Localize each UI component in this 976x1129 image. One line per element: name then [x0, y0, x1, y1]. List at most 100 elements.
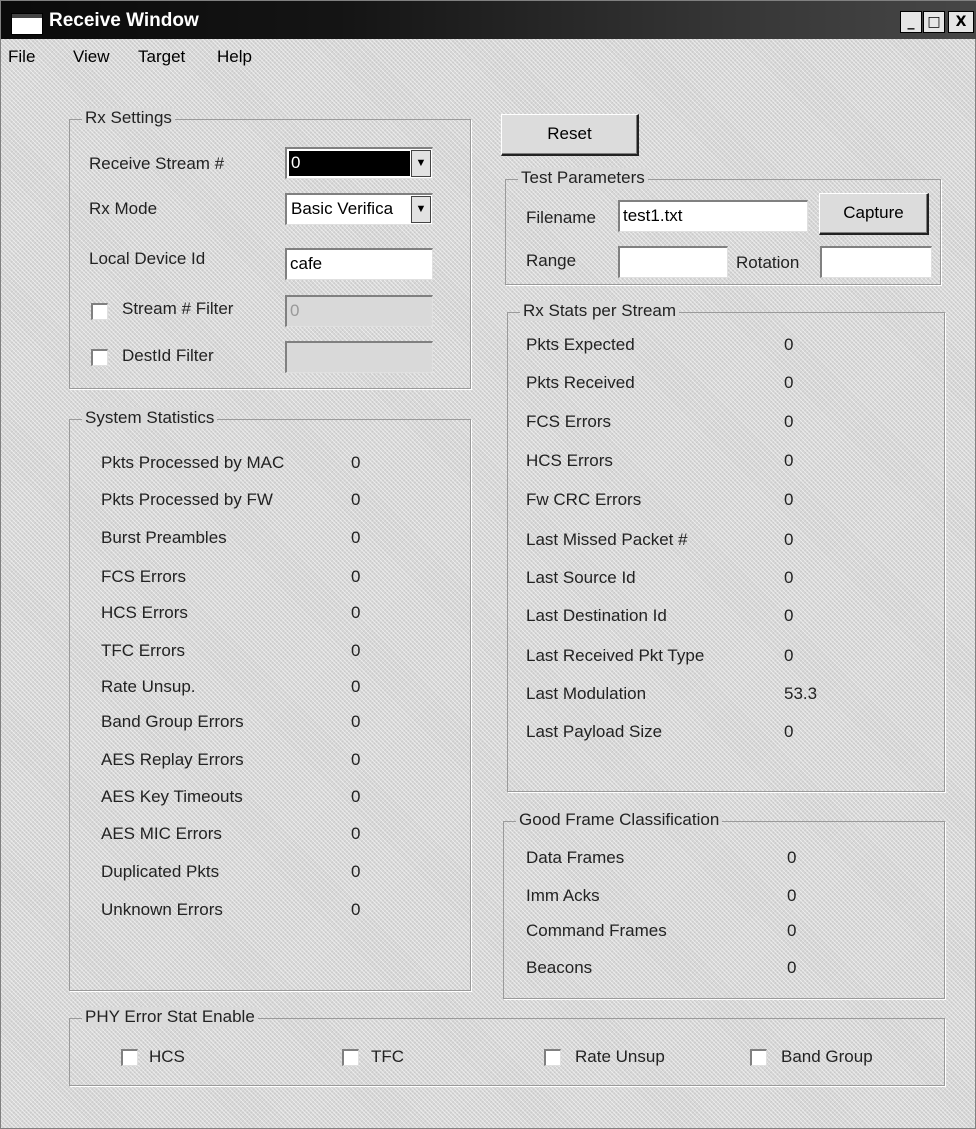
- title-bar[interactable]: Receive Window _ □ X: [1, 1, 976, 39]
- system-stat-value: 0: [351, 567, 361, 586]
- rotation-input[interactable]: [820, 246, 932, 278]
- stream-filter-input[interactable]: 0: [285, 295, 433, 327]
- good-frame-value: 0: [787, 848, 797, 867]
- system-stat-label: Unknown Errors: [101, 900, 223, 919]
- rx-stat-label: Pkts Received: [526, 373, 635, 392]
- local-device-input[interactable]: cafe: [285, 248, 433, 280]
- system-stat-value: 0: [351, 900, 361, 919]
- system-stat-label: TFC Errors: [101, 641, 186, 660]
- system-stat-value: 0: [351, 824, 361, 843]
- rx-stat-label: HCS Errors: [526, 451, 613, 470]
- good-frame-value: 0: [787, 958, 797, 977]
- minimize-button[interactable]: _: [900, 11, 922, 33]
- system-stat-label: Rate Unsup.: [101, 677, 196, 696]
- good-frame-value: 0: [787, 921, 797, 940]
- good-frame-legend: Good Frame Classification: [516, 810, 723, 830]
- rx-stat-value: 0: [784, 568, 794, 587]
- band-group-checkbox[interactable]: [750, 1049, 767, 1066]
- tfc-label: TFC: [371, 1047, 405, 1066]
- system-stat-value: 0: [351, 750, 361, 769]
- stream-filter-label: Stream # Filter: [122, 299, 234, 318]
- rx-mode-value: Basic Verifica: [291, 199, 394, 218]
- receive-stream-label: Receive Stream #: [89, 154, 225, 173]
- good-frame-value: 0: [787, 886, 797, 905]
- rx-stat-value: 53.3: [784, 684, 818, 703]
- rx-stat-value: 0: [784, 722, 794, 741]
- receive-stream-value: 0: [289, 151, 410, 176]
- filename-label: Filename: [526, 208, 596, 227]
- receive-stream-select[interactable]: 0 ▼: [285, 147, 433, 179]
- menu-view[interactable]: View: [73, 47, 110, 67]
- hcs-label: HCS: [149, 1047, 185, 1066]
- rx-stat-value: 0: [784, 490, 794, 509]
- rx-stat-value: 0: [784, 451, 794, 470]
- rx-stat-label: FCS Errors: [526, 412, 611, 431]
- system-stat-value: 0: [351, 490, 361, 509]
- range-label: Range: [526, 251, 577, 270]
- rx-stat-value: 0: [784, 373, 794, 392]
- rx-stats-legend: Rx Stats per Stream: [520, 301, 680, 321]
- rx-stat-value: 0: [784, 530, 794, 549]
- system-stat-value: 0: [351, 677, 361, 696]
- rate-unsup-checkbox[interactable]: [544, 1049, 561, 1066]
- rx-settings-legend: Rx Settings: [82, 108, 175, 128]
- tfc-checkbox[interactable]: [342, 1049, 359, 1066]
- system-stat-value: 0: [351, 787, 361, 806]
- system-stat-label: Duplicated Pkts: [101, 862, 220, 881]
- system-stat-value: 0: [351, 862, 361, 881]
- rx-stat-value: 0: [784, 412, 794, 431]
- rx-stat-value: 0: [784, 606, 794, 625]
- system-stat-label: FCS Errors: [101, 567, 186, 586]
- menu-file[interactable]: File: [8, 47, 35, 67]
- rx-stat-label: Last Destination Id: [526, 606, 667, 625]
- receive-window: Receive Window _ □ X File View Target He…: [0, 0, 976, 1129]
- system-stat-value: 0: [351, 712, 361, 731]
- system-stat-label: HCS Errors: [101, 603, 188, 622]
- menu-help[interactable]: Help: [217, 47, 252, 67]
- system-stat-label: Pkts Processed by FW: [101, 490, 273, 509]
- chevron-down-icon[interactable]: ▼: [411, 196, 431, 223]
- rx-stat-label: Last Missed Packet #: [526, 530, 688, 549]
- rx-mode-label: Rx Mode: [89, 199, 158, 218]
- capture-button[interactable]: Capture: [819, 193, 929, 235]
- good-frame-label: Data Frames: [526, 848, 625, 867]
- rx-stat-value: 0: [784, 335, 794, 354]
- system-stat-value: 0: [351, 528, 361, 547]
- good-frame-label: Command Frames: [526, 921, 667, 940]
- good-frame-label: Imm Acks: [526, 886, 600, 905]
- system-stat-label: Band Group Errors: [101, 712, 244, 731]
- menu-target[interactable]: Target: [138, 47, 185, 67]
- system-stats-legend: System Statistics: [82, 408, 218, 428]
- rotation-label: Rotation: [736, 253, 800, 272]
- destid-filter-checkbox[interactable]: [91, 349, 108, 366]
- rx-stat-label: Fw CRC Errors: [526, 490, 642, 509]
- system-stat-label: AES MIC Errors: [101, 824, 222, 843]
- rx-stat-label: Pkts Expected: [526, 335, 635, 354]
- maximize-button[interactable]: □: [923, 11, 945, 33]
- close-button[interactable]: X: [948, 11, 974, 33]
- system-stat-label: Burst Preambles: [101, 528, 227, 547]
- band-group-label: Band Group: [781, 1047, 873, 1066]
- local-device-label: Local Device Id: [89, 249, 206, 268]
- range-input[interactable]: [618, 246, 728, 278]
- menu-bar: File View Target Help: [1, 39, 976, 73]
- system-stat-label: AES Key Timeouts: [101, 787, 243, 806]
- stream-filter-checkbox[interactable]: [91, 303, 108, 320]
- app-icon: [11, 13, 43, 35]
- system-stat-label: AES Replay Errors: [101, 750, 244, 769]
- filename-input[interactable]: test1.txt: [618, 200, 808, 232]
- hcs-checkbox[interactable]: [121, 1049, 138, 1066]
- window-title: Receive Window: [49, 10, 199, 31]
- rx-stat-label: Last Modulation: [526, 684, 647, 703]
- rx-stat-label: Last Source Id: [526, 568, 636, 587]
- test-parameters-legend: Test Parameters: [518, 168, 648, 188]
- chevron-down-icon[interactable]: ▼: [411, 150, 431, 177]
- rx-stat-value: 0: [784, 646, 794, 665]
- destid-filter-label: DestId Filter: [122, 346, 214, 365]
- destid-filter-input[interactable]: [285, 341, 433, 373]
- reset-button[interactable]: Reset: [501, 114, 639, 156]
- rx-mode-select[interactable]: Basic Verifica ▼: [285, 193, 433, 225]
- system-stat-value: 0: [351, 453, 361, 472]
- rx-stat-label: Last Payload Size: [526, 722, 663, 741]
- good-frame-label: Beacons: [526, 958, 593, 977]
